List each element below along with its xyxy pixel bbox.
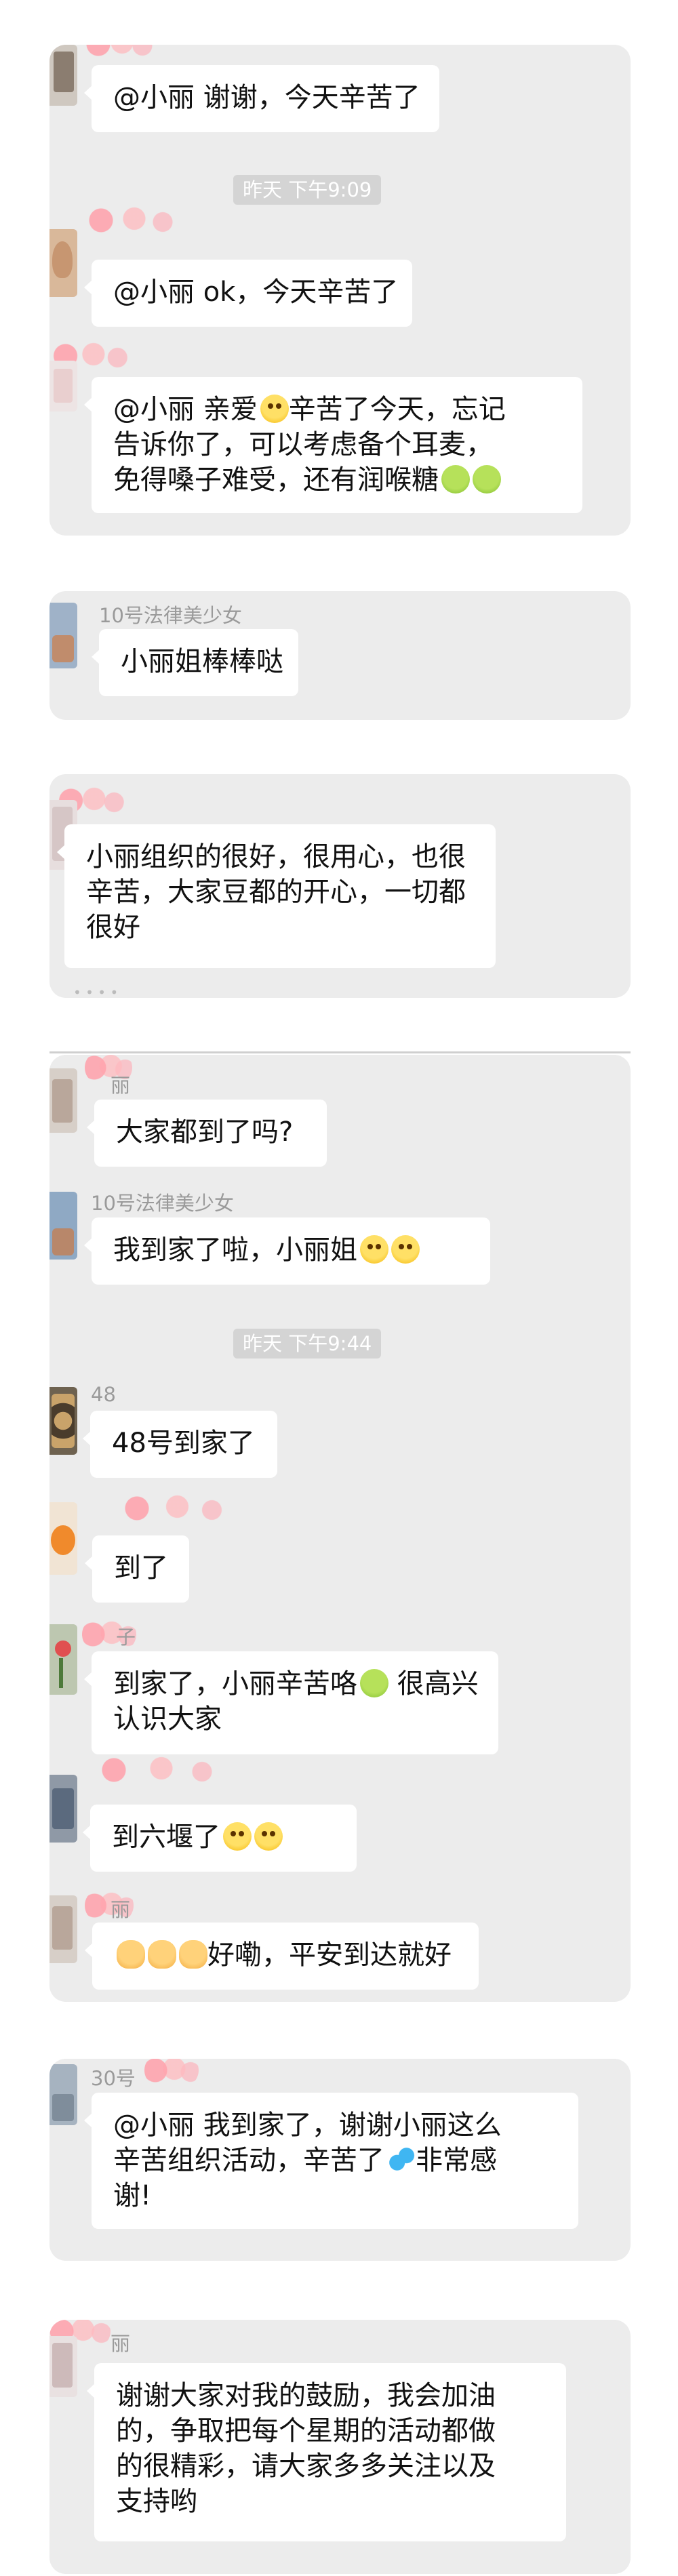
message-bubble[interactable]: @小丽 ok，今天辛苦了 — [84, 260, 412, 327]
sender-name: 30号 — [91, 2067, 136, 2090]
avatar[interactable] — [49, 1624, 77, 1695]
face-icon — [260, 395, 289, 423]
face-icon — [391, 1235, 420, 1264]
chat-card-6: 丽 谢谢大家对我的鼓励，我会加油 的，争取把每个星期的活动都做 的很精彩，请大家… — [49, 2320, 631, 2574]
sender-name: 丽 — [111, 2332, 131, 2355]
sender-name: 丽 — [111, 1074, 131, 1097]
sender-name: 48 — [91, 1383, 116, 1406]
chat-card-4: 丽 大家都到了吗? 10号法律美少女 我到家了啦，小丽姐 昨天 下午9:44 4… — [49, 1055, 631, 2002]
ok-hand-icon — [179, 1940, 207, 1969]
message-text: @小丽 ok，今天辛苦了 — [113, 277, 399, 308]
message-bubble[interactable]: @小丽 我到家了，谢谢小丽这么 辛苦组织活动，辛苦了 非常感 谢! — [84, 2093, 578, 2229]
message-bubble[interactable]: 到了 — [85, 1535, 189, 1603]
ok-hand-icon — [148, 1940, 176, 1969]
sticker-decoration — [87, 1753, 222, 1787]
message-text: 小丽姐棒棒哒 — [121, 646, 283, 677]
message-text: 认识大家 — [113, 1704, 222, 1735]
message-bubble[interactable]: 48号到家了 — [83, 1411, 277, 1478]
message-bubble[interactable]: @小丽 亲爱 辛苦了今天，忘记 告诉你了，可以考虑备个耳麦， 免得嗓子难受，还有润… — [84, 377, 582, 513]
message-text: 辛苦了今天，忘记 — [288, 394, 506, 425]
message-text: 的，争取把每个星期的活动都做 — [116, 2415, 496, 2447]
message-text: 大家都到了吗? — [116, 1116, 294, 1148]
face-icon — [360, 1235, 388, 1264]
message-text: 辛苦组织活动，辛苦了 — [113, 2145, 384, 2176]
message-text: 到六堰了 — [112, 1822, 220, 1853]
ok-hand-icon — [117, 1940, 145, 1969]
avatar[interactable] — [49, 1068, 77, 1133]
message-text: 到家了，小丽辛苦咯 — [113, 1668, 357, 1699]
message-text: @小丽 谢谢，今天辛苦了 — [113, 82, 420, 113]
sticker-decoration — [85, 45, 153, 61]
message-bubble[interactable]: 小丽姐棒棒哒 — [92, 629, 298, 696]
message-text: 非常感 — [416, 2145, 497, 2176]
chat-card-5: 30号 @小丽 我到家了，谢谢小丽这么 辛苦组织活动，辛苦了 非常感 谢! — [49, 2059, 631, 2261]
chat-card-1: @小丽 谢谢，今天辛苦了 昨天 下午9:09 @小丽 ok，今天辛苦了 @小丽 … — [49, 45, 631, 536]
message-text: 我到家了啦，小丽姐 — [113, 1234, 357, 1266]
message-text: 辛苦，大家豆都的开心，一切都 — [86, 877, 466, 908]
message-text: 谢! — [113, 2180, 152, 2211]
sticker-decoration — [144, 2059, 199, 2087]
timestamp: 昨天 下午9:09 — [233, 175, 382, 205]
avatar[interactable] — [49, 229, 77, 297]
sticker-decoration — [82, 203, 177, 237]
timestamp: 昨天 下午9:44 — [233, 1329, 382, 1359]
message-text: 48号到家了 — [112, 1428, 255, 1459]
avatar[interactable] — [49, 1192, 77, 1260]
chat-card-3: 小丽组织的很好，很用心，也很 辛苦，大家豆都的开心，一切都 很好 • • • • — [49, 774, 631, 998]
message-bubble[interactable]: 我到家了啦，小丽姐 — [84, 1217, 490, 1285]
sender-name: 10号法律美少女 — [91, 1192, 234, 1215]
stray-mark: • • • • — [73, 984, 119, 998]
message-text: 小丽组织的很好，很用心，也很 — [86, 841, 466, 872]
message-text: 到了 — [114, 1552, 168, 1584]
face-icon — [254, 1822, 283, 1851]
message-text: 免得嗓子难受，还有润喉糖 — [113, 464, 439, 496]
avatar[interactable] — [49, 45, 77, 106]
avatar[interactable] — [49, 1502, 77, 1575]
message-text: 告诉你了，可以考虑备个耳麦， — [113, 429, 493, 460]
chat-card-2: 10号法律美少女 小丽姐棒棒哒 — [49, 591, 631, 720]
sender-name: 10号法律美少女 — [99, 604, 242, 627]
message-text: @小丽 亲爱 — [113, 394, 258, 425]
section-divider — [49, 1051, 631, 1053]
message-text: 很高兴 — [388, 1668, 479, 1699]
message-text: 谢谢大家对我的鼓励，我会加油 — [116, 2380, 496, 2411]
avatar[interactable] — [49, 361, 77, 411]
message-bubble[interactable]: 到六堰了 — [83, 1805, 357, 1872]
avatar[interactable] — [49, 2336, 77, 2397]
message-bubble[interactable]: 大家都到了吗? — [87, 1100, 327, 1167]
avatar[interactable] — [49, 603, 77, 668]
message-bubble[interactable]: 谢谢大家对我的鼓励，我会加油 的，争取把每个星期的活动都做 的很精彩，请大家多多… — [87, 2363, 566, 2541]
message-text: 好嘞，平安到达就好 — [207, 1939, 452, 1971]
message-text: 的很精彩，请大家多多关注以及 — [116, 2451, 496, 2482]
sender-name: 子 — [116, 1626, 136, 1649]
message-text: 很好 — [86, 912, 140, 943]
message-text: 支持哟 — [116, 2486, 197, 2517]
message-bubble[interactable]: 小丽组织的很好，很用心，也很 辛苦，大家豆都的开心，一切都 很好 — [57, 824, 496, 968]
avatar[interactable] — [49, 2064, 77, 2125]
sweat-drops-icon — [387, 2146, 416, 2174]
sticker-decoration — [114, 1491, 229, 1525]
green-face-icon — [360, 1669, 388, 1697]
message-bubble[interactable]: 好嘞，平安到达就好 — [85, 1923, 479, 1990]
avatar[interactable] — [49, 1775, 77, 1843]
message-bubble[interactable]: 到家了，小丽辛苦咯 很高兴 认识大家 — [84, 1651, 498, 1754]
avatar[interactable] — [49, 1895, 77, 1963]
green-face-icon — [473, 465, 501, 494]
avatar[interactable] — [49, 1387, 77, 1455]
face-icon — [223, 1822, 252, 1851]
sender-name: 丽 — [111, 1898, 131, 1921]
message-bubble[interactable]: @小丽 谢谢，今天辛苦了 — [84, 65, 439, 132]
green-face-icon — [441, 465, 470, 494]
message-text: @小丽 我到家了，谢谢小丽这么 — [113, 2110, 502, 2141]
